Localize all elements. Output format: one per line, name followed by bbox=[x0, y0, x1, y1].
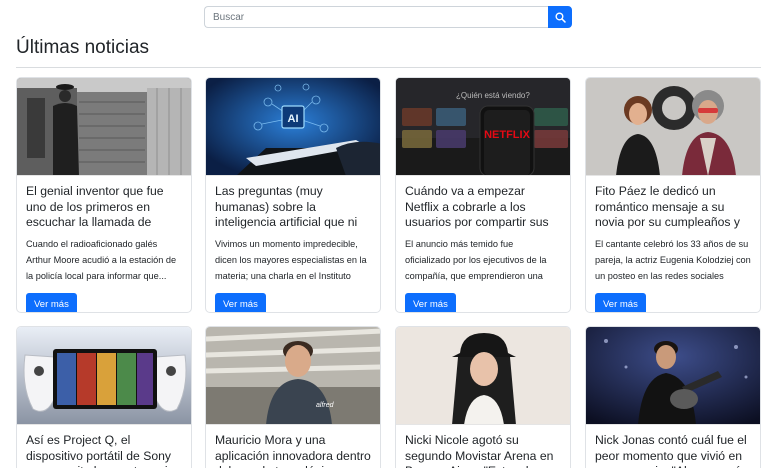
news-image[interactable]: alfred bbox=[206, 327, 380, 425]
page-title: Últimas noticias bbox=[16, 37, 150, 58]
news-excerpt: Vivimos un momento impredecible, dicen l… bbox=[215, 239, 367, 281]
news-card: Así es Project Q, el dispositivo portáti… bbox=[16, 326, 192, 468]
news-title[interactable]: Cuándo va a empezar Netflix a cobrarle a… bbox=[405, 184, 561, 230]
title-divider bbox=[16, 67, 761, 68]
news-card: alfred Mauricio Mora y una aplicación in… bbox=[205, 326, 381, 468]
ai-chip-label: AI bbox=[288, 113, 299, 125]
news-image[interactable]: AI bbox=[206, 78, 380, 176]
read-more-button[interactable]: Ver más bbox=[26, 293, 77, 312]
read-more-button[interactable]: Ver más bbox=[405, 293, 456, 312]
news-title[interactable]: Nicki Nicole agotó su segundo Movistar A… bbox=[405, 433, 561, 468]
news-title[interactable]: El genial inventor que fue uno de los pr… bbox=[26, 184, 182, 230]
news-image[interactable]: ¿Quién está viendo? NETFLIX bbox=[396, 78, 570, 176]
news-card: Fito Páez le dedicó un romántico mensaje… bbox=[585, 77, 761, 313]
search-button[interactable] bbox=[548, 6, 572, 28]
search-input[interactable] bbox=[204, 6, 548, 28]
news-card: AI Las preguntas (muy humanas) sobre la … bbox=[205, 77, 381, 313]
news-image[interactable] bbox=[586, 327, 760, 425]
news-card: Nicki Nicole agotó su segundo Movistar A… bbox=[395, 326, 571, 468]
news-title[interactable]: Fito Páez le dedicó un romántico mensaje… bbox=[595, 184, 751, 230]
news-image[interactable] bbox=[17, 327, 191, 425]
search-icon bbox=[554, 11, 566, 23]
news-card: ¿Quién está viendo? NETFLIX Cuándo va a … bbox=[395, 77, 571, 313]
read-more-button[interactable]: Ver más bbox=[215, 293, 266, 312]
news-card: Nick Jonas contó cuál fue el peor moment… bbox=[585, 326, 761, 468]
news-title[interactable]: Nick Jonas contó cuál fue el peor moment… bbox=[595, 433, 751, 468]
news-image[interactable] bbox=[586, 78, 760, 176]
news-excerpt: Cuando el radioaficionado galés Arthur M… bbox=[26, 239, 177, 281]
search-bar bbox=[204, 6, 572, 28]
news-excerpt: El cantante celebró los 33 años de su pa… bbox=[595, 239, 751, 281]
news-image[interactable] bbox=[396, 327, 570, 425]
news-title[interactable]: Las preguntas (muy humanas) sobre la int… bbox=[215, 184, 371, 230]
news-title[interactable]: Así es Project Q, el dispositivo portáti… bbox=[26, 433, 182, 468]
news-image[interactable] bbox=[17, 78, 191, 176]
shirt-logo: alfred bbox=[316, 402, 335, 409]
netflix-logo: NETFLIX bbox=[484, 129, 530, 141]
news-card: El genial inventor que fue uno de los pr… bbox=[16, 77, 192, 313]
news-excerpt: El anuncio más temido fue oficializado p… bbox=[405, 239, 547, 281]
read-more-button[interactable]: Ver más bbox=[595, 293, 646, 312]
news-title[interactable]: Mauricio Mora y una aplicación innovador… bbox=[215, 433, 371, 468]
svg-text:¿Quién está viendo?: ¿Quién está viendo? bbox=[456, 91, 530, 100]
